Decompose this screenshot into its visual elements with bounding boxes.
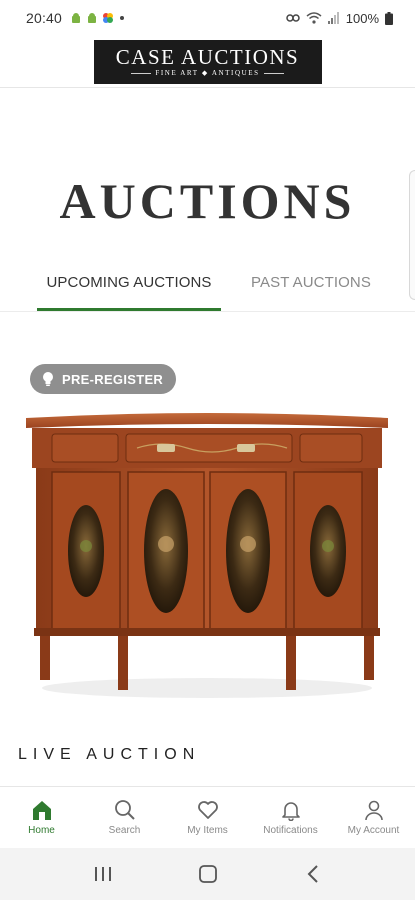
- page-title: AUCTIONS: [59, 173, 356, 229]
- home-square-icon: [198, 865, 217, 883]
- person-icon: [364, 800, 383, 821]
- system-navigation-bar: [0, 848, 415, 900]
- auction-tabs: UPCOMING AUCTIONS PAST AUCTIONS: [0, 252, 415, 312]
- logo-rule: [131, 72, 152, 74]
- recent-apps-icon: [94, 867, 111, 881]
- nav-home-label: Home: [28, 825, 55, 836]
- signal-icon: [327, 12, 339, 24]
- notification-icons: [70, 12, 126, 24]
- back-chevron-icon: [307, 865, 318, 883]
- nav-my-items-label: My Items: [187, 825, 228, 836]
- logo-subtitle-text: FINE ART ◆ ANTIQUES: [155, 69, 260, 77]
- wifi-icon: [306, 12, 322, 24]
- nav-search-label: Search: [108, 825, 141, 836]
- tab-past-auctions[interactable]: PAST AUCTIONS: [236, 252, 386, 312]
- search-icon: [114, 800, 135, 820]
- dot-icon: [120, 16, 125, 20]
- nav-search[interactable]: Search: [83, 787, 166, 848]
- active-tab-indicator: [37, 308, 221, 311]
- home-icon: [32, 801, 51, 820]
- link-icon: [286, 14, 300, 22]
- auction-item-image[interactable]: [22, 406, 392, 706]
- heart-icon: [197, 801, 218, 819]
- logo-title: CASE AUCTIONS: [115, 45, 300, 69]
- status-bar: 20:40 100%: [0, 0, 415, 36]
- app-header: CASE AUCTIONS FINE ART ◆ ANTIQUES: [0, 36, 415, 88]
- logo-subtitle: FINE ART ◆ ANTIQUES: [131, 69, 284, 77]
- recent-apps-button[interactable]: [83, 854, 123, 894]
- auction-type-label: LIVE AUCTION: [18, 746, 201, 763]
- nav-notifications[interactable]: Notifications: [249, 787, 332, 848]
- nav-my-items[interactable]: My Items: [166, 787, 249, 848]
- bell-icon: [281, 802, 300, 821]
- nav-my-account-label: My Account: [347, 825, 400, 836]
- android-icon: [72, 13, 81, 23]
- tab-upcoming-auctions[interactable]: UPCOMING AUCTIONS: [30, 252, 228, 312]
- home-system-button[interactable]: [188, 854, 228, 894]
- nav-notifications-label: Notifications: [263, 825, 318, 836]
- nav-home[interactable]: Home: [0, 787, 83, 848]
- battery-percent: 100%: [345, 10, 379, 26]
- battery-icon: [385, 11, 393, 25]
- photos-icon: [103, 13, 114, 23]
- status-time: 20:40: [26, 10, 63, 26]
- system-status: 100%: [286, 11, 393, 26]
- android-icon: [88, 13, 97, 23]
- lightbulb-icon: [43, 372, 53, 386]
- back-button[interactable]: [293, 854, 333, 894]
- bottom-navigation: Home Search My Items Notifications My Ac…: [0, 786, 415, 848]
- pre-register-badge[interactable]: PRE-REGISTER: [30, 364, 176, 394]
- nav-my-account[interactable]: My Account: [332, 787, 415, 848]
- sideboard-cabinet-image: [26, 413, 388, 698]
- pre-register-label: PRE-REGISTER: [62, 371, 164, 387]
- logo-rule: [263, 72, 284, 74]
- case-auctions-logo[interactable]: CASE AUCTIONS FINE ART ◆ ANTIQUES: [93, 39, 322, 84]
